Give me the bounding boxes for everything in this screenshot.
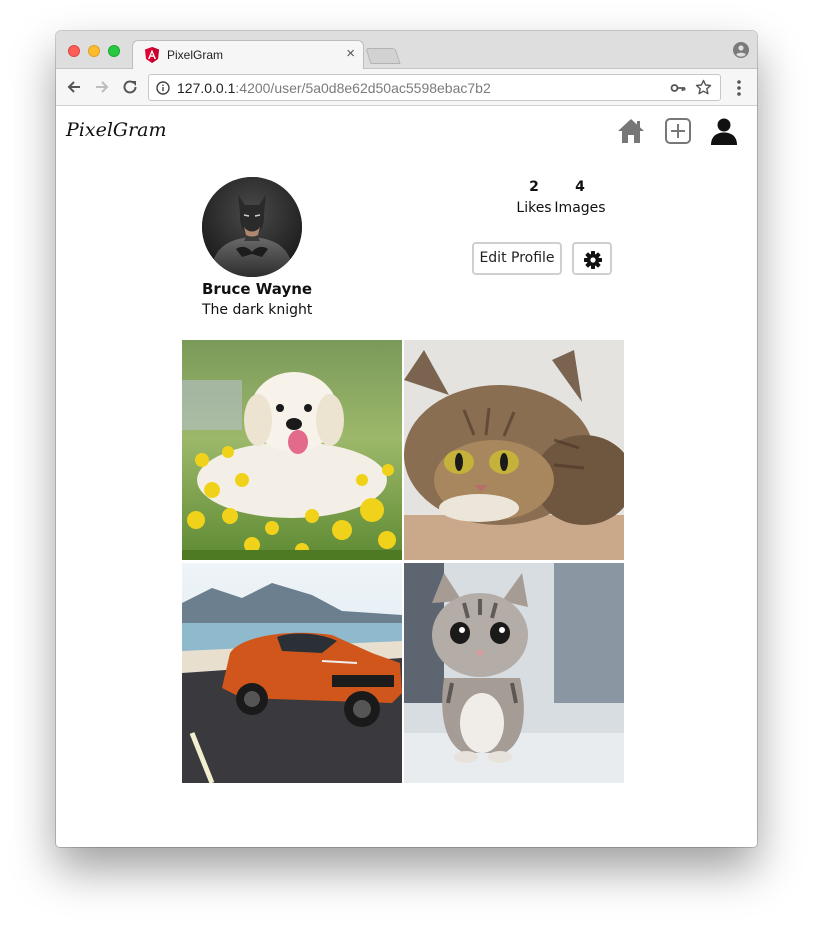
car-photo	[182, 563, 402, 783]
key-icon[interactable]	[670, 81, 686, 95]
profile-name: Bruce Wayne	[202, 280, 313, 298]
window-maximize-button[interactable]	[108, 45, 120, 57]
profile-avatar[interactable]	[202, 177, 302, 277]
browser-titlebar: PixelGram ×	[56, 31, 757, 70]
browser-tab[interactable]: PixelGram ×	[132, 40, 364, 70]
app-logo[interactable]: PixelGram	[66, 119, 167, 141]
user-icon[interactable]	[709, 116, 739, 146]
gear-icon	[584, 251, 602, 269]
post-image-car[interactable]	[182, 563, 402, 783]
images-stat: 4 Images	[552, 179, 608, 216]
images-label: Images	[554, 200, 606, 216]
address-bar[interactable]: 127.0.0.1:4200/user/5a0d8e62d50ac5598eba…	[148, 74, 721, 101]
settings-button[interactable]	[572, 242, 612, 275]
post-image-kitten[interactable]	[404, 563, 624, 783]
forward-arrow-icon[interactable]	[92, 77, 112, 97]
browser-toolbar: 127.0.0.1:4200/user/5a0d8e62d50ac5598eba…	[56, 69, 757, 106]
batman-avatar-image	[202, 177, 302, 277]
reload-icon[interactable]	[120, 77, 140, 97]
post-image-cat[interactable]	[404, 340, 624, 560]
angular-icon	[145, 47, 159, 63]
kebab-menu-icon[interactable]	[729, 78, 749, 98]
profile-bio: The dark knight	[202, 302, 313, 318]
window-close-button[interactable]	[68, 45, 80, 57]
star-icon[interactable]	[695, 79, 712, 96]
post-image-dog[interactable]	[182, 340, 402, 560]
dog-photo	[182, 340, 402, 560]
browser-window: PixelGram × 127.0.0.1:4200/user/5a0d8e62…	[56, 31, 757, 847]
kitten-photo	[404, 563, 624, 783]
tab-title: PixelGram	[167, 48, 224, 62]
edit-profile-button[interactable]: Edit Profile	[472, 242, 562, 275]
info-icon[interactable]	[156, 81, 170, 95]
add-square-icon[interactable]	[663, 116, 693, 146]
chrome-account-icon[interactable]	[733, 42, 749, 58]
new-tab-button[interactable]	[365, 48, 401, 64]
page-content: PixelGram Bruce Wayne The dark knight 2 …	[56, 106, 757, 847]
home-icon[interactable]	[616, 116, 646, 146]
images-count: 4	[575, 179, 585, 195]
back-arrow-icon[interactable]	[64, 77, 84, 97]
cat-photo	[404, 340, 624, 560]
url-text: 127.0.0.1:4200/user/5a0d8e62d50ac5598eba…	[177, 80, 491, 96]
tab-close-icon[interactable]: ×	[346, 46, 355, 62]
window-minimize-button[interactable]	[88, 45, 100, 57]
